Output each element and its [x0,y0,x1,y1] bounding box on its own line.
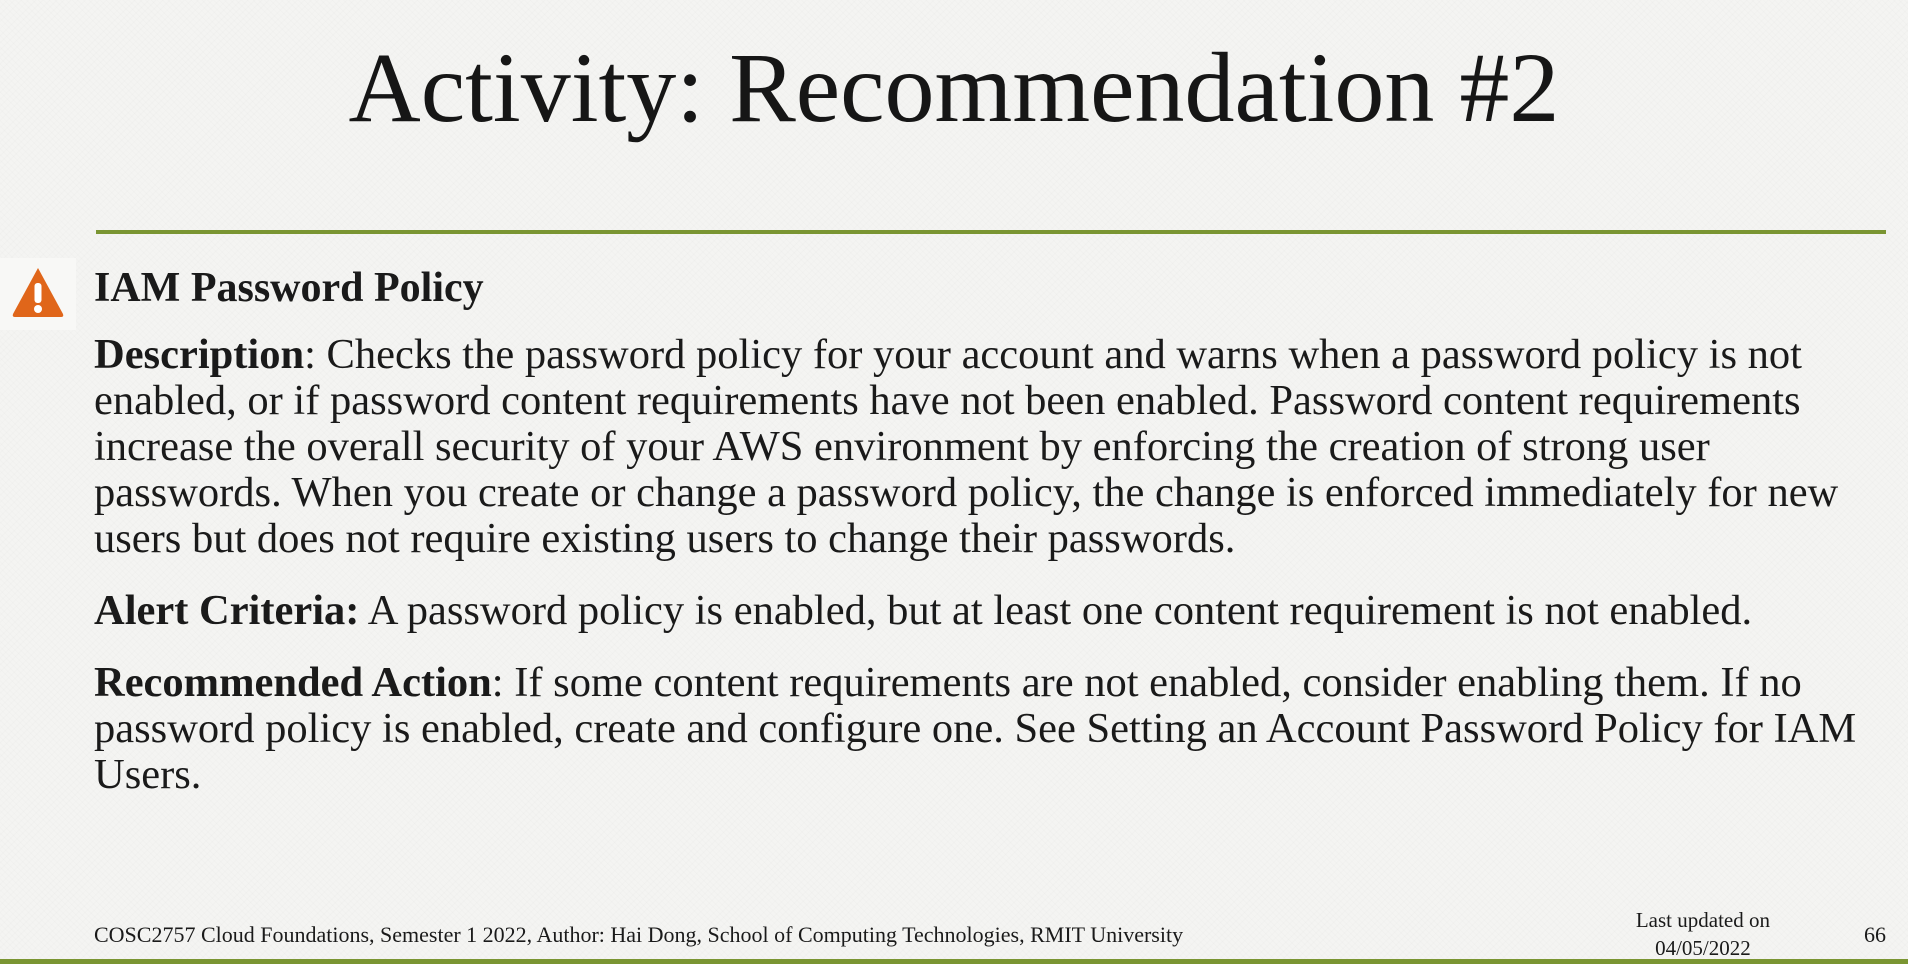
warning-icon-tile [0,258,76,330]
recommended-action-label: Recommended Action [94,659,492,706]
recommended-action-paragraph: Recommended Action: If some content requ… [94,660,1894,798]
footer-course-info: COSC2757 Cloud Foundations, Semester 1 2… [94,922,1184,947]
footer-divider [0,959,1908,964]
description-label: Description [94,331,305,378]
section-heading: IAM Password Policy [94,265,484,311]
page-number: 66 [1864,922,1886,947]
last-updated-date: 04/05/2022 [1655,936,1751,960]
warning-triangle-icon [12,268,64,317]
slide-title: Activity: Recommendation #2 [348,32,1560,143]
alert-criteria-paragraph: Alert Criteria: A password policy is ena… [94,588,1894,634]
last-updated-label: Last updated on [1635,908,1770,932]
alert-criteria-label: Alert Criteria: [94,587,360,634]
description-paragraph: Description: Checks the password policy … [94,332,1894,562]
footer-last-updated: Last updated on 04/05/2022 [1636,906,1770,962]
alert-criteria-text: A password policy is enabled, but at lea… [359,587,1753,634]
slide-body: IAM Password Policy Description: Checks … [94,260,1894,798]
description-text: : Checks the password policy for your ac… [94,331,1839,562]
title-divider [96,230,1886,234]
